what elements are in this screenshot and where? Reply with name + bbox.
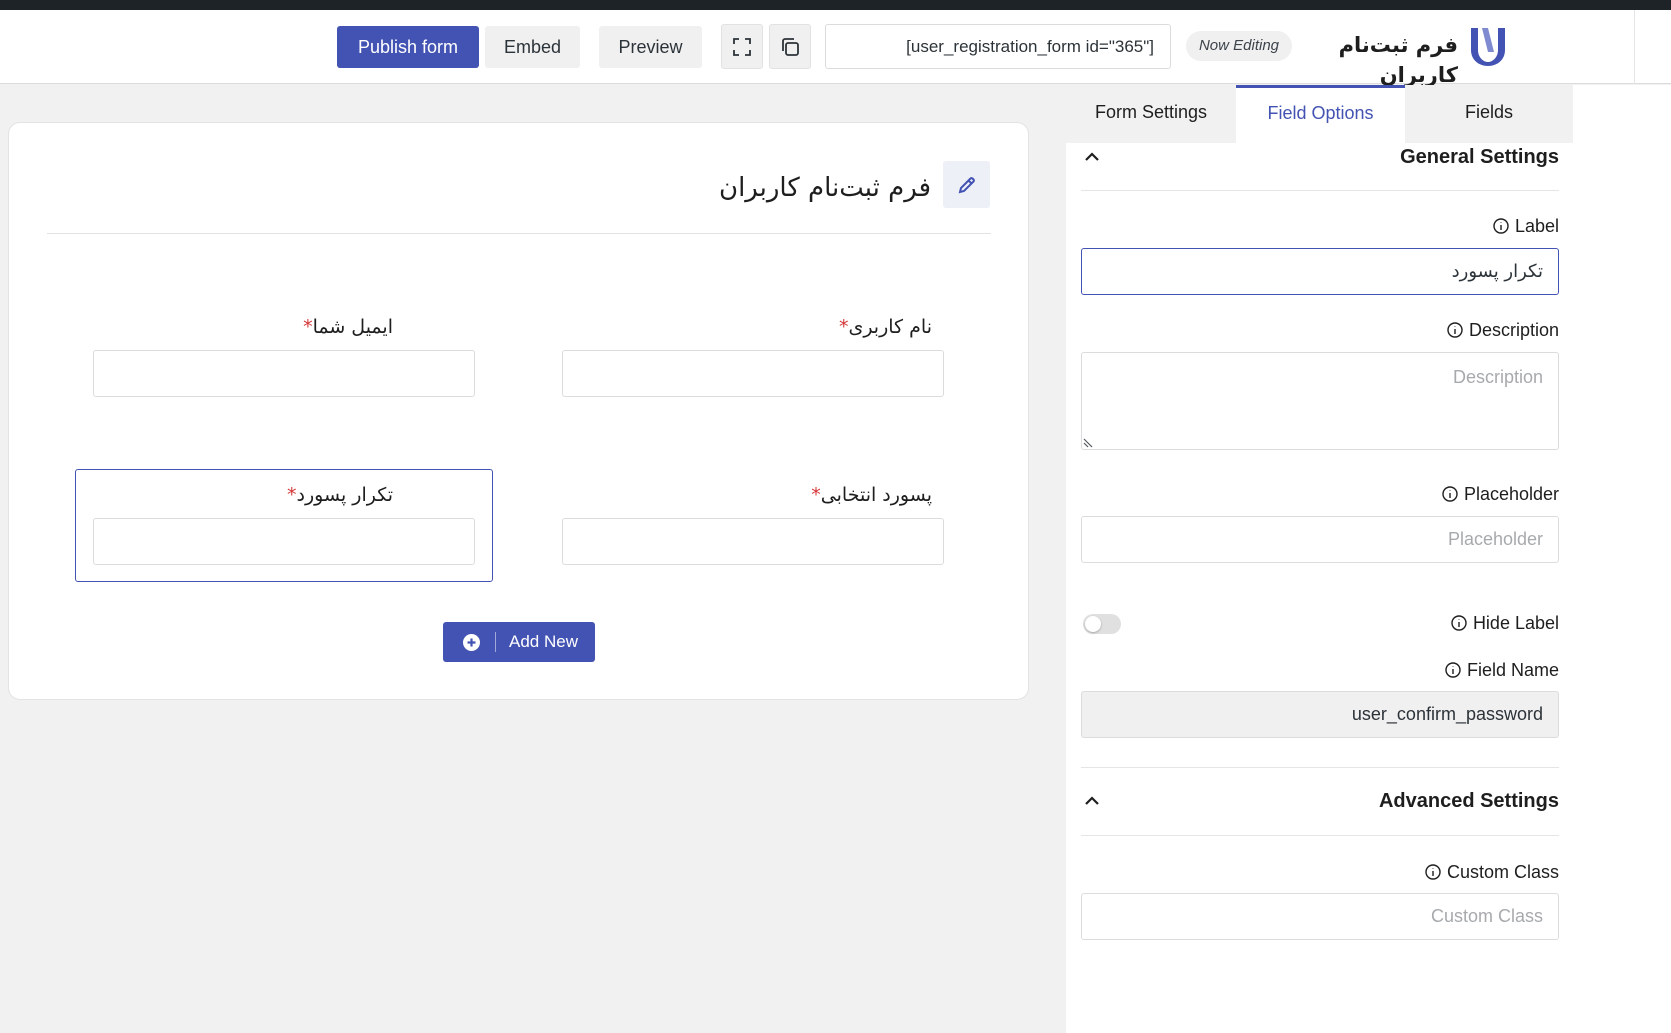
general-settings-header[interactable]: General Settings xyxy=(1081,142,1559,172)
section-divider xyxy=(1081,767,1559,768)
panel-tabs: Form Settings Field Options Fields xyxy=(1066,85,1671,143)
fullscreen-icon xyxy=(733,37,751,56)
canvas-divider xyxy=(47,233,991,234)
shortcode-field[interactable]: [user_registration_form id="365"] xyxy=(825,24,1171,69)
field-name-caption: Field Name xyxy=(1445,658,1559,682)
button-separator xyxy=(495,632,496,652)
info-icon xyxy=(1425,864,1441,880)
label-input[interactable]: تکرار پسورد xyxy=(1081,248,1559,295)
fullscreen-button[interactable] xyxy=(721,24,763,69)
section-divider xyxy=(1081,835,1559,836)
required-mark: * xyxy=(811,484,821,506)
now-editing-badge: Now Editing xyxy=(1186,31,1292,61)
section-divider xyxy=(1081,190,1559,191)
add-new-button[interactable]: Add New xyxy=(443,622,595,662)
header-separator xyxy=(1634,10,1635,84)
add-new-label: Add New xyxy=(509,632,578,651)
settings-panel: Form Settings Field Options Fields Gener… xyxy=(1066,85,1671,1033)
publish-form-button[interactable]: Publish form xyxy=(337,26,479,68)
password-input[interactable] xyxy=(562,518,944,565)
required-mark: * xyxy=(303,316,313,338)
general-settings-title: General Settings xyxy=(1400,146,1559,168)
copy-shortcode-button[interactable] xyxy=(769,24,811,69)
advanced-settings-header[interactable]: Advanced Settings xyxy=(1081,786,1559,816)
advanced-settings-title: Advanced Settings xyxy=(1378,790,1559,812)
resize-handle-icon[interactable] xyxy=(1083,436,1095,448)
tabs-filler xyxy=(1573,85,1671,143)
form-title: فرم ثبت‌نام کاربران xyxy=(718,173,931,203)
username-input[interactable] xyxy=(562,350,944,397)
email-input[interactable] xyxy=(93,350,475,397)
edit-title-button[interactable] xyxy=(943,161,990,208)
custom-class-input[interactable]: Custom Class xyxy=(1081,893,1559,940)
embed-button[interactable]: Embed xyxy=(485,26,580,68)
confirm-password-input[interactable] xyxy=(93,518,475,565)
tab-field-options[interactable]: Field Options xyxy=(1236,85,1405,143)
info-icon xyxy=(1445,662,1461,678)
copy-icon xyxy=(782,37,799,56)
preview-button[interactable]: Preview xyxy=(599,26,702,68)
chevron-up-icon[interactable] xyxy=(1083,792,1101,810)
info-icon xyxy=(1442,486,1458,502)
field-name-input[interactable]: user_confirm_password xyxy=(1081,691,1559,738)
field-label-email: ایمیل شما* xyxy=(303,316,393,338)
hide-label-toggle[interactable] xyxy=(1083,614,1121,634)
info-icon xyxy=(1451,615,1467,631)
chevron-up-icon[interactable] xyxy=(1083,148,1101,166)
placeholder-input[interactable]: Placeholder xyxy=(1081,516,1559,563)
tab-fields[interactable]: Fields xyxy=(1405,85,1573,143)
description-caption: Description xyxy=(1447,318,1559,342)
custom-class-caption: Custom Class xyxy=(1425,860,1559,884)
label-caption: Label xyxy=(1493,214,1559,238)
required-mark: * xyxy=(287,484,297,506)
plus-circle-icon xyxy=(463,634,480,651)
field-label-confirm-password: تکرار پسورد* xyxy=(287,484,393,506)
pencil-icon xyxy=(958,176,975,193)
info-icon xyxy=(1447,322,1463,338)
plugin-logo-icon xyxy=(1471,28,1505,66)
form-name-title: فرم ثبت‌نام کاربران xyxy=(1338,33,1458,87)
field-label-username: نام کاربری* xyxy=(838,316,932,338)
description-textarea[interactable]: Description xyxy=(1081,352,1559,450)
field-label-password: پسورد انتخابی* xyxy=(811,484,932,506)
hide-label-caption: Hide Label xyxy=(1451,611,1559,635)
tab-form-settings[interactable]: Form Settings xyxy=(1066,85,1236,143)
admin-top-strip xyxy=(0,0,1671,10)
placeholder-caption: Placeholder xyxy=(1442,482,1559,506)
form-canvas: فرم ثبت‌نام کاربران نام کاربری* ایمیل شم… xyxy=(8,122,1029,700)
info-icon xyxy=(1493,218,1509,234)
builder-header: Publish form Embed Preview [user_registr… xyxy=(0,10,1671,87)
